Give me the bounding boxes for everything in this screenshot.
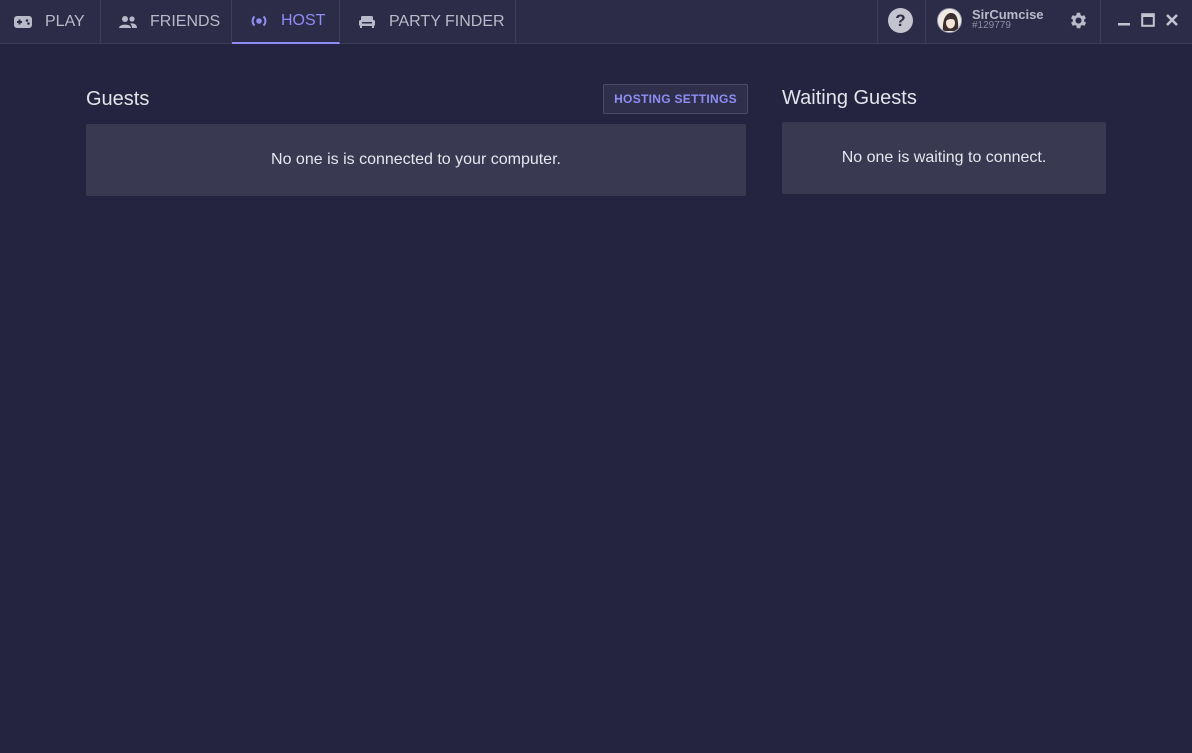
minimize-icon [1118,23,1130,26]
people-icon [118,12,138,32]
waiting-empty-message: No one is waiting to connect. [841,149,1047,166]
couch-icon [357,12,377,32]
user-tag: #129779 [972,20,1011,31]
tab-label: FRIENDS [150,13,221,30]
close-icon [1166,14,1178,26]
tab-friends[interactable]: FRIENDS [101,0,232,44]
avatar[interactable] [937,8,962,33]
divider [1100,0,1101,44]
guests-empty-message: No one is is connected to your computer. [271,151,561,168]
broadcast-icon [249,11,269,31]
waiting-guests-title: Waiting Guests [782,87,917,109]
top-navigation-bar: PLAY FRIENDS HOST PARTY FINDER ? SirCumc… [0,0,1192,44]
tab-label: PLAY [45,13,85,30]
tab-host[interactable]: HOST [232,0,340,44]
guests-panel: No one is is connected to your computer. [86,124,746,196]
minimize-button[interactable] [1116,12,1132,28]
maximize-button[interactable] [1140,12,1156,28]
waiting-guests-panel: No one is waiting to connect. [782,122,1106,194]
help-button[interactable]: ? [888,8,913,33]
divider [877,0,878,44]
gamepad-icon [13,12,33,32]
tab-play[interactable]: PLAY [0,0,101,44]
close-button[interactable] [1164,12,1180,28]
hosting-settings-button[interactable]: HOSTING SETTINGS [603,84,748,114]
maximize-icon [1141,13,1155,27]
divider [925,0,926,44]
gear-icon [1070,12,1087,29]
tab-party-finder[interactable]: PARTY FINDER [340,0,516,44]
tab-label: PARTY FINDER [389,13,505,30]
guests-title: Guests [86,88,150,110]
tab-label: HOST [281,12,326,29]
settings-button[interactable] [1068,10,1089,31]
